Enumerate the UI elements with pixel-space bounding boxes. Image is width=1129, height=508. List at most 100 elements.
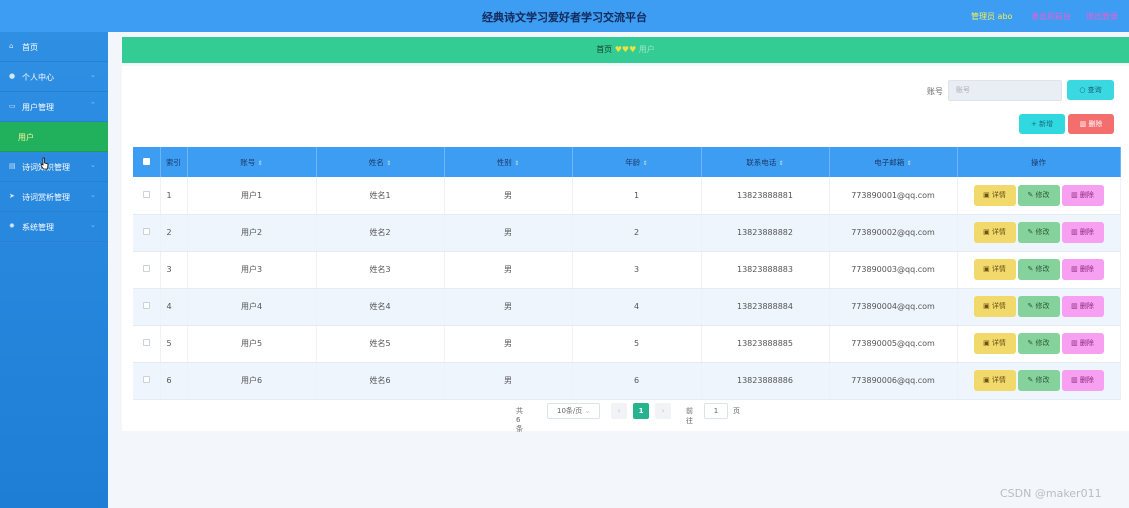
sidebar: ⌂ 首页 ● 个人中心 ⌄ ▭ 用户管理 ⌃ 用户 ▤ 诗词知识管理 ⌄ ➤ 诗… — [0, 32, 108, 508]
row-checkbox[interactable] — [142, 339, 150, 346]
phone-cell: 13823888884 — [701, 288, 830, 326]
gear-icon: ✹ — [9, 222, 15, 230]
breadcrumb-current: 用户 — [638, 45, 655, 54]
sidebar-item-poetry-knowledge[interactable]: ▤ 诗词知识管理 ⌄ — [0, 152, 108, 182]
add-button[interactable]: + 新增 — [1019, 114, 1065, 134]
detail-button[interactable]: ▣ 详情 — [973, 184, 1016, 206]
column-header[interactable]: 联系电话 ⇕ — [701, 147, 830, 177]
column-header[interactable]: 性别 ⇕ — [444, 147, 573, 177]
email-cell: 773890006@qq.com — [829, 362, 958, 400]
breadcrumb-hearts: ♥♥♥ — [614, 45, 637, 54]
prev-page-button[interactable]: ‹ — [611, 403, 627, 419]
detail-button[interactable]: ▣ 详情 — [973, 222, 1016, 243]
edit-button[interactable]: ✎ 修改 — [1017, 222, 1060, 243]
actions-cell: ▣ 详情 ✎ 修改 ▥ 删除 — [957, 325, 1121, 363]
account-cell: 用户2 — [187, 214, 317, 252]
detail-button[interactable]: ▣ 详情 — [973, 296, 1016, 317]
person-icon: ● — [9, 72, 16, 80]
page-number-current[interactable]: 1 — [633, 403, 649, 419]
column-header[interactable]: 账号 ⇕ — [187, 147, 317, 177]
send-icon: ➤ — [9, 192, 15, 200]
trash-icon: ▥ — [1071, 265, 1078, 273]
column-header[interactable]: 姓名 ⇕ — [316, 147, 445, 177]
row-select-cell[interactable] — [133, 325, 161, 363]
actions-cell: ▣ 详情 ✎ 修改 ▥ 删除 — [957, 251, 1121, 289]
edit-button[interactable]: ✎ 修改 — [1017, 370, 1060, 391]
trash-icon: ▥ — [1079, 120, 1087, 128]
row-checkbox[interactable] — [142, 302, 150, 309]
row-select-cell[interactable] — [133, 177, 161, 215]
row-checkbox[interactable] — [142, 190, 150, 198]
trash-icon: ▥ — [1071, 339, 1078, 347]
edit-button[interactable]: ✎ 修改 — [1017, 184, 1060, 206]
select-all-cell[interactable] — [133, 147, 161, 177]
delete-button[interactable]: ▥ 删除 — [1061, 370, 1104, 391]
sidebar-item-user-management[interactable]: ▭ 用户管理 ⌃ — [0, 92, 108, 122]
column-header[interactable]: 电子邮箱 ⇕ — [829, 147, 958, 177]
goto-page-input[interactable]: 1 — [704, 403, 728, 419]
delete-button[interactable]: ▥ 删除 — [1061, 296, 1104, 317]
sort-icon[interactable]: ⇕ — [907, 160, 912, 167]
document-icon: ▣ — [983, 190, 990, 199]
delete-button[interactable]: ▥ 删除 — [1061, 184, 1104, 206]
logout-link[interactable]: 退出登录 — [1086, 11, 1118, 22]
sidebar-subitem-users[interactable]: 用户 — [0, 122, 108, 152]
delete-button[interactable]: ▥ 删除 — [1061, 222, 1104, 243]
row-checkbox[interactable] — [142, 265, 150, 272]
sidebar-item-label: 个人中心 — [22, 73, 54, 82]
sidebar-item-home[interactable]: ⌂ 首页 — [0, 32, 108, 62]
gender-cell: 男 — [444, 177, 573, 215]
sidebar-item-profile[interactable]: ● 个人中心 ⌄ — [0, 62, 108, 92]
email-cell: 773890004@qq.com — [829, 288, 958, 326]
table-row: 4 用户4 姓名4 男 4 13823888884 773890004@qq.com ▣ 详情… — [133, 288, 1121, 326]
trash-icon: ▥ — [1071, 376, 1078, 384]
row-checkbox[interactable] — [142, 376, 150, 383]
index-cell: 4 — [160, 288, 188, 326]
actions-cell: ▣ 详情 ✎ 修改 ▥ 删除 — [957, 214, 1121, 252]
edit-button[interactable]: ✎ 修改 — [1017, 333, 1060, 354]
chevron-down-icon: ⌄ — [584, 407, 591, 415]
account-search-input[interactable]: 账号 — [948, 80, 1062, 101]
plus-icon: + — [1030, 120, 1037, 128]
sort-icon[interactable]: ⇕ — [386, 160, 391, 167]
row-select-cell[interactable] — [133, 362, 161, 400]
sort-icon[interactable]: ⇕ — [258, 160, 263, 167]
detail-button[interactable]: ▣ 详情 — [973, 259, 1016, 280]
delete-button[interactable]: ▥ 删除 — [1061, 333, 1104, 354]
detail-button[interactable]: ▣ 详情 — [973, 370, 1016, 391]
phone-cell: 13823888882 — [701, 214, 830, 252]
account-cell: 用户1 — [187, 177, 317, 215]
row-checkbox[interactable] — [142, 228, 150, 235]
gender-cell: 男 — [444, 288, 573, 326]
sort-icon[interactable]: ⇕ — [779, 160, 784, 167]
row-select-cell[interactable] — [133, 214, 161, 252]
breadcrumb-home[interactable]: 首页 — [596, 45, 612, 54]
row-select-cell[interactable] — [133, 288, 161, 326]
select-all-checkbox[interactable] — [142, 157, 150, 165]
detail-button[interactable]: ▣ 详情 — [973, 333, 1016, 354]
email-cell: 773890005@qq.com — [829, 325, 958, 363]
admin-user-label: 管理员 abo — [971, 12, 1013, 21]
actions-cell: ▣ 详情 ✎ 修改 ▥ 删除 — [957, 288, 1121, 326]
age-cell: 2 — [572, 214, 702, 252]
column-header[interactable]: 年龄 ⇕ — [572, 147, 702, 177]
sort-icon[interactable]: ⇕ — [643, 160, 648, 167]
batch-delete-button[interactable]: ▥ 删除 — [1068, 114, 1114, 134]
edit-button[interactable]: ✎ 修改 — [1017, 296, 1060, 317]
next-page-button[interactable]: › — [655, 403, 671, 419]
query-button[interactable]: ○ 查询 — [1067, 80, 1114, 100]
gender-cell: 男 — [444, 251, 573, 289]
document-icon: ▣ — [983, 302, 990, 310]
main-content: 首页 ♥♥♥ 用户 账号 账号 ○ 查询 + 新增 ▥ 删除 索引 账号 ⇕ 姓… — [108, 32, 1129, 508]
page-size-select[interactable]: 10条/页 ⌄ — [547, 403, 600, 419]
goto-prefix: 前往 — [686, 407, 693, 425]
sort-icon[interactable]: ⇕ — [514, 160, 519, 167]
goto-front-link[interactable]: 退出到前台 — [1031, 11, 1071, 22]
sidebar-item-poetry-appreciation[interactable]: ➤ 诗词赏析管理 ⌄ — [0, 182, 108, 212]
breadcrumb: 首页 ♥♥♥ 用户 — [122, 37, 1129, 63]
column-header: 索引 — [160, 147, 188, 177]
sidebar-item-system[interactable]: ✹ 系统管理 ⌄ — [0, 212, 108, 242]
edit-button[interactable]: ✎ 修改 — [1017, 259, 1060, 280]
delete-button[interactable]: ▥ 删除 — [1061, 259, 1104, 280]
row-select-cell[interactable] — [133, 251, 161, 289]
